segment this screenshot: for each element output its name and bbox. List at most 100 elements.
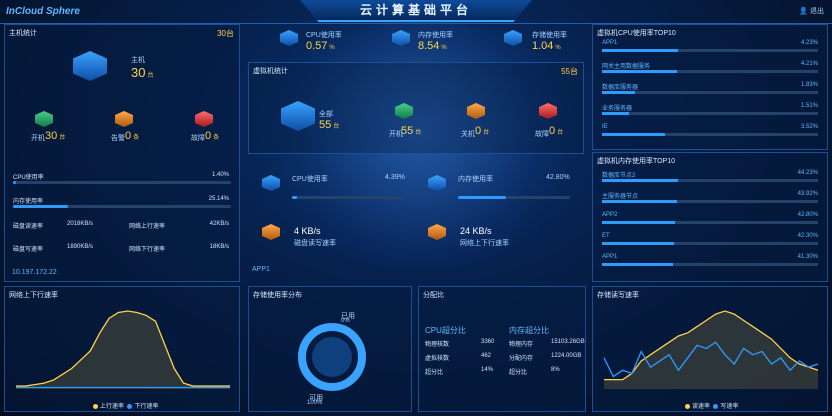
alloc-value: 462 xyxy=(481,353,492,359)
top-item[interactable]: 网关主用数据服务 4.21% xyxy=(602,61,818,73)
legend-write-label: 写速率 xyxy=(720,404,739,410)
alloc-key: 物理内存 xyxy=(509,342,534,348)
running-label: 开机 xyxy=(31,135,45,142)
legend-write-swatch xyxy=(713,403,719,409)
fault-icon xyxy=(195,111,213,127)
vm-off-icon xyxy=(467,103,485,119)
disk-write-value: 1890KB/s xyxy=(67,244,94,250)
top-mem-value: 8.54% xyxy=(418,40,447,52)
top-item-value: 41.30% xyxy=(797,254,818,260)
top-item-name: APP1 xyxy=(602,254,618,260)
top-item[interactable]: 业务服务器 1.51% xyxy=(602,103,818,115)
vm-fault-label: 故障 xyxy=(535,131,549,138)
top-item-bar-fill xyxy=(602,263,673,266)
panel-title: 分配比 xyxy=(423,292,444,299)
host-mem-value: 25.14% xyxy=(208,196,229,202)
top-item[interactable]: 数据库服务器 1.83% xyxy=(602,82,818,94)
progress-fill xyxy=(292,196,297,199)
top-storage-value: 1.04% xyxy=(532,40,561,52)
vm-off-label: 关机 xyxy=(461,131,475,138)
top-item[interactable]: APP1 4.23% xyxy=(602,40,818,52)
vm-cpu-value: 4.39% xyxy=(385,174,405,181)
top-item-bar-fill xyxy=(602,112,629,115)
host-mem-label: 内存使用率 xyxy=(13,199,44,205)
net-rate-chart xyxy=(16,310,230,389)
top-item-bar-fill xyxy=(602,70,678,73)
top-cpu-value: 0.57% xyxy=(306,40,335,52)
top-item[interactable]: IE 3.52% xyxy=(602,124,818,136)
top-item-bar xyxy=(602,49,818,52)
fault-count: 0条 xyxy=(205,130,220,142)
vm-stats-panel: 虚拟机统计 55台 全部 55 台 开机 55 台 关机 0台 故障 0台 xyxy=(248,62,584,154)
top-item-bar-fill xyxy=(602,179,678,182)
host-ip[interactable]: 10.197.172.22 xyxy=(12,269,57,276)
disk-read-value: 2018KB/s xyxy=(67,221,94,227)
fault-label: 故障 xyxy=(191,135,205,142)
vm-all-count: 55 台 xyxy=(319,119,340,131)
alarm-icon xyxy=(115,111,133,127)
vm-net-rate: 24 KB/s xyxy=(460,226,492,236)
legend-up-swatch xyxy=(93,403,98,409)
disk-rate-chart xyxy=(603,310,819,389)
top-item-bar xyxy=(602,242,818,245)
mem-alloc-title: 内存超分比 xyxy=(509,326,549,335)
top-item-value: 42.80% xyxy=(797,212,818,218)
top-item[interactable]: 主服务器节点 43.92% xyxy=(602,191,818,203)
top-item-bar xyxy=(602,91,818,94)
top-item-bar xyxy=(602,112,818,115)
panel-title: 虚拟机内存使用率TOP10 xyxy=(597,158,676,165)
alloc-value: 3360 xyxy=(481,339,495,345)
host-cpu-label: CPU使用率 xyxy=(13,175,44,181)
host-cpu-value: 1.40% xyxy=(211,172,229,178)
vm-disk-label: 磁盘读写速率 xyxy=(294,240,336,247)
panel-title: 网络上下行速率 xyxy=(9,292,58,299)
vm-off-count: 0台 xyxy=(475,125,490,137)
cpu-alloc-title: CPU超分比 xyxy=(425,326,466,335)
top-item-name: APP1 xyxy=(602,40,618,46)
alloc-panel: 分配比 CPU超分比 内存超分比 物理核数 3360 虚拟核数 462 超分比 14% 物理… xyxy=(418,286,586,412)
panel-title: 存储读写速率 xyxy=(597,292,639,299)
top-item[interactable]: ET 42.30% xyxy=(602,233,818,245)
net-up-label: 网络上行速率 xyxy=(129,224,166,230)
storage-panel: 存储使用率分布 已用 0% 可用 100% xyxy=(248,286,412,412)
alloc-key: 超分比 xyxy=(425,370,444,376)
host-cube-icon xyxy=(73,51,107,81)
vm-cpu-bar xyxy=(292,196,404,199)
top-item[interactable]: APP1 41.30% xyxy=(602,254,818,266)
top-item[interactable]: 数据库节点2 44.23% xyxy=(602,170,818,182)
logout-button[interactable]: 👤 退出 xyxy=(799,6,824,16)
alloc-value: 15103.26GB xyxy=(551,339,585,345)
host-count: 30 台 xyxy=(131,65,154,80)
storage-free-pct: 100% xyxy=(307,400,323,406)
disk-rate-panel: 存储读写速率 读速率 写速率 xyxy=(592,286,828,412)
net-up-value: 42KB/s xyxy=(209,221,229,227)
storage-ring-inner xyxy=(312,337,352,377)
top-cpu-label: CPU使用率 xyxy=(306,32,342,39)
alloc-value: 1224.00GB xyxy=(551,353,582,359)
running-icon xyxy=(35,111,53,127)
top-item-bar xyxy=(602,221,818,224)
top-item-value: 43.92% xyxy=(797,191,818,197)
alloc-value: 14% xyxy=(481,367,494,373)
panel-title: 虚拟机CPU使用率TOP10 xyxy=(597,30,676,37)
alloc-key: 超分比 xyxy=(509,370,528,376)
legend-read-swatch xyxy=(685,403,690,409)
legend-down-swatch xyxy=(127,403,133,409)
progress-fill xyxy=(13,181,17,184)
top-item[interactable]: APP2 42.80% xyxy=(602,212,818,224)
disk-read-label: 磁盘读速率 xyxy=(13,224,44,230)
panel-title: 存储使用率分布 xyxy=(253,292,302,299)
legend-down-label: 下行速率 xyxy=(134,404,159,410)
user-icon: 👤 xyxy=(799,8,809,15)
top-storage-label: 存储使用率 xyxy=(532,32,567,39)
top-item-bar-fill xyxy=(602,91,635,94)
top-item-bar xyxy=(602,133,818,136)
top-item-bar xyxy=(602,263,818,266)
top-item-name: ET xyxy=(602,233,610,239)
top-bar: InCloud Sphere 云计算基础平台 👤 退出 xyxy=(0,0,832,24)
top-mem-label: 内存使用率 xyxy=(418,32,453,39)
progress-fill xyxy=(13,205,68,208)
legend-up-label: 上行速率 xyxy=(100,404,125,410)
vm-app-label[interactable]: APP1 xyxy=(252,266,270,273)
vm-running-count: 55 台 xyxy=(401,125,422,137)
